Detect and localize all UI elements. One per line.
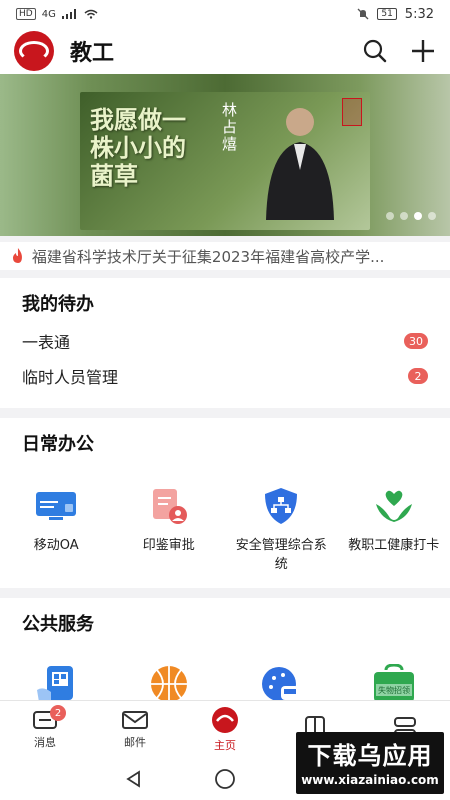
todo-card: 我的待办 一表通 30 临时人员管理 2 [0,278,450,408]
status-right: 51 5:32 [357,7,434,22]
app-label: 教职工健康打卡 [348,538,440,553]
messages-badge: 2 [50,705,66,721]
hd-indicator: HD [16,8,36,20]
public-service-card: 公共服务 失物招领 [0,598,450,702]
todo-item-label: 一表通 [22,333,71,352]
todo-count-badge: 30 [404,333,428,349]
lost-found-text: 失物招领 [378,685,410,695]
watermark-title: 下载乌应用 [307,742,433,770]
status-bar: HD 4G 51 5:32 [0,0,450,28]
banner-carousel[interactable]: 我愿做一株小小的菌草 林占熺 [0,74,450,236]
daily-office-card: 日常办公 移动OA 印鉴审批 安全管理综合系统 教职工健康打卡 [0,418,450,588]
monitor-icon [34,484,78,528]
status-time: 5:32 [404,6,434,22]
home-logo-icon [212,707,238,733]
carousel-dot-active[interactable] [414,212,422,220]
back-icon[interactable] [124,769,144,789]
app-label: 安全管理综合系统 [235,538,327,572]
daily-office-title: 日常办公 [22,434,94,455]
page-title: 教工 [70,41,115,66]
tab-label: 邮件 [124,736,146,749]
school-logo-icon [14,31,54,71]
banner-slide[interactable]: 我愿做一株小小的菌草 林占熺 [80,92,370,230]
mail-icon [122,711,148,729]
carousel-dot[interactable] [428,212,436,220]
tab-home[interactable]: 主页 [180,701,270,758]
tab-mail[interactable]: 邮件 [90,701,180,758]
todo-item[interactable]: 临时人员管理 2 [22,361,428,391]
home-button-icon[interactable] [214,768,236,790]
todo-item[interactable]: 一表通 30 [22,326,428,356]
mute-bell-icon [357,8,369,20]
carousel-dot[interactable] [400,212,408,220]
shield-network-icon [259,484,303,528]
banner-slogan: 我愿做一株小小的菌草 [90,105,186,190]
app-item-health[interactable]: 教职工健康打卡 [338,484,450,574]
public-service-title: 公共服务 [22,614,94,635]
search-icon[interactable] [362,38,388,64]
heart-hands-icon [372,484,416,528]
app-item-oa[interactable]: 移动OA [0,484,113,574]
app-label: 印鉴审批 [142,538,195,553]
network-indicator: 4G [41,8,56,20]
banner-stamp [342,98,362,126]
tab-label: 消息 [34,736,56,749]
todo-count-badge: 2 [408,368,428,384]
tab-label: 主页 [214,739,236,752]
status-left: HD 4G [16,8,98,20]
news-headline[interactable]: 福建省科学技术厅关于征集2023年福建省高校产学... [32,246,440,267]
seal-approval-icon [147,484,191,528]
wifi-icon [84,9,98,19]
add-icon[interactable] [410,38,436,64]
watermark-url: www.xiazainiao.com [301,773,439,787]
news-ticker[interactable]: 福建省科学技术厅关于征集2023年福建省高校产学... [0,242,450,270]
daily-office-grid: 移动OA 印鉴审批 安全管理综合系统 教职工健康打卡 [0,484,450,574]
site-watermark: 下载乌应用 www.xiazainiao.com [296,732,444,794]
fire-icon [12,248,22,263]
header-actions [362,38,436,64]
app-item-seal[interactable]: 印鉴审批 [113,484,226,574]
banner-person-name: 林占熺 [222,101,238,153]
app-label: 移动OA [33,538,79,553]
app-header: 教工 [0,28,450,74]
tab-messages[interactable]: 2 消息 [0,701,90,758]
todo-item-label: 临时人员管理 [22,368,119,387]
carousel-dots [386,212,436,220]
carousel-dot[interactable] [386,212,394,220]
todo-title: 我的待办 [22,294,94,315]
battery-icon: 51 [377,8,397,20]
app-item-safety[interactable]: 安全管理综合系统 [225,484,338,574]
signal-icon [61,9,76,19]
person-photo [266,108,334,220]
